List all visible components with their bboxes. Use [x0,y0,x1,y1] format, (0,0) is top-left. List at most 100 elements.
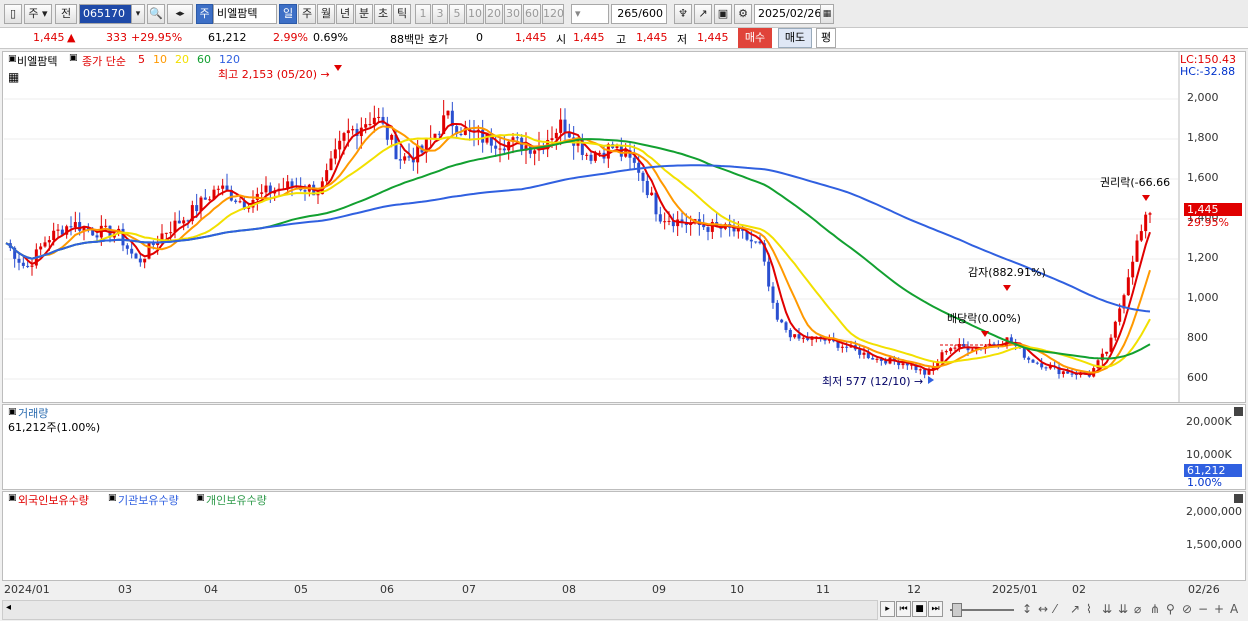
candle-body [39,246,43,250]
candle-body [182,220,186,224]
x-end-label: 02/26 [1188,583,1220,596]
holdings-legend-icon[interactable]: ▣ [8,493,17,503]
candle-body [290,181,294,187]
candle-body [632,157,636,163]
candle-body [1126,277,1130,296]
legend-toggle-icon-2[interactable]: ▣ [69,53,78,63]
candle-body [238,201,242,203]
x-label-6: 08 [562,583,576,596]
candle-body [364,124,368,128]
candle-body [208,199,212,201]
candle-body [706,227,710,232]
candle-body [47,240,51,243]
candle-body [793,334,797,338]
last-pct-label: 29.95% [1187,216,1229,229]
price-ytick-4: 1,200 [1187,251,1219,264]
inst-legend-icon[interactable]: ▣ [108,493,117,503]
grid-table-icon[interactable]: ▦ [8,70,19,84]
ray-tool-icon[interactable]: ↗ [1070,602,1080,616]
x-label-7: 09 [652,583,666,596]
candle-body [658,214,662,222]
zoom-out-tool-icon[interactable]: − [1198,602,1208,616]
scroll-right-icon[interactable]: ▸ [880,601,895,617]
candle-body [459,134,463,136]
candle-body [73,222,77,228]
candle-body [203,197,207,200]
candle-body [875,358,879,360]
candle-body [953,347,957,349]
candle-body [368,124,372,126]
x-label-8: 10 [730,583,744,596]
legend-toggle-icon[interactable]: ▣ [8,54,17,64]
text-tool-icon[interactable]: A [1230,602,1238,616]
candle-body [234,200,238,202]
last-page-icon[interactable]: ⏭ [928,601,943,617]
event-arrow-2 [1003,285,1011,291]
volume-panel-close-icon[interactable] [1234,407,1243,416]
reduction-annotation: 감자(882.91%) [968,266,1046,279]
candle-body [533,150,537,154]
candle-body [1105,351,1109,354]
candle-body [845,346,849,348]
hold-ytick-2: 1,500,000 [1186,538,1242,551]
candle-body [125,245,129,249]
candle-body [1061,371,1065,375]
x-label-11: 2025/01 [992,583,1038,596]
candle-body [390,134,394,140]
ma-legend-0: 5 [138,53,145,66]
rights-annotation: 권리락(-66.66 [1100,176,1171,189]
wave-tool-icon[interactable]: ⌇ [1086,602,1092,616]
stop-icon[interactable]: ■ [912,601,927,617]
hold-ytick-1: 2,000,000 [1186,505,1242,518]
candle-body [797,334,801,339]
candle-body [52,230,56,241]
candle-body [446,110,450,116]
trend-tool-icon[interactable]: ⁄ [1054,602,1056,616]
candle-body [498,148,502,150]
high-note-text: 최고 2,153 (05/20) [218,68,318,81]
candle-body [351,129,355,131]
x-label-3: 05 [294,583,308,596]
candle-body [177,220,181,224]
candle-body [858,349,862,355]
candle-body [169,232,173,234]
candle-body [944,351,948,353]
vzoom-tool-icon[interactable]: ↕ [1022,602,1032,616]
candle-body [221,185,225,189]
reset-tool-icon[interactable]: ⊘ [1182,602,1192,616]
scroll-left-icon[interactable]: ◂ [6,602,11,613]
last-price-badge: 1,445 [1184,203,1242,216]
zoom-slider[interactable] [946,600,1020,620]
x-label-5: 07 [462,583,476,596]
x-label-1: 03 [118,583,132,596]
ma-legend-list: 5 10 20 60 120 [138,53,248,66]
fork-tool-icon[interactable]: ⋔ [1150,602,1160,616]
candle-body [195,205,199,212]
holdings-panel-close-icon[interactable] [1234,494,1243,503]
candle-body [702,224,706,228]
event-arrow-3 [981,331,989,337]
candle-body [749,239,753,242]
indiv-legend-icon[interactable]: ▣ [196,493,205,503]
high-annotation: 최고 2,153 (05/20) → [218,68,330,81]
fib1-tool-icon[interactable]: ⇊ [1102,602,1112,616]
zoom-in-tool-icon[interactable]: + [1214,602,1224,616]
candle-body [104,225,108,227]
candle-body [641,172,645,181]
volume-legend-icon[interactable]: ▣ [8,407,17,417]
candle-body [260,192,264,194]
vol-ytick-2: 10,000K [1186,448,1232,461]
candle-body [78,222,82,231]
candle-body [437,133,441,135]
circle-tool-icon[interactable]: ⌀ [1134,602,1141,616]
fib2-tool-icon[interactable]: ⇊ [1118,602,1128,616]
hzoom-tool-icon[interactable]: ↔ [1038,602,1048,616]
ma-line-10 [5,125,1151,374]
x-label-4: 06 [380,583,394,596]
horizontal-scrollbar[interactable] [2,600,878,620]
first-page-icon[interactable]: ⏮ [896,601,911,617]
magnify-tool-icon[interactable]: ⚲ [1166,602,1175,616]
candle-body [1135,240,1139,262]
ma-legend-1: 10 [153,53,167,66]
candle-body [784,322,788,330]
